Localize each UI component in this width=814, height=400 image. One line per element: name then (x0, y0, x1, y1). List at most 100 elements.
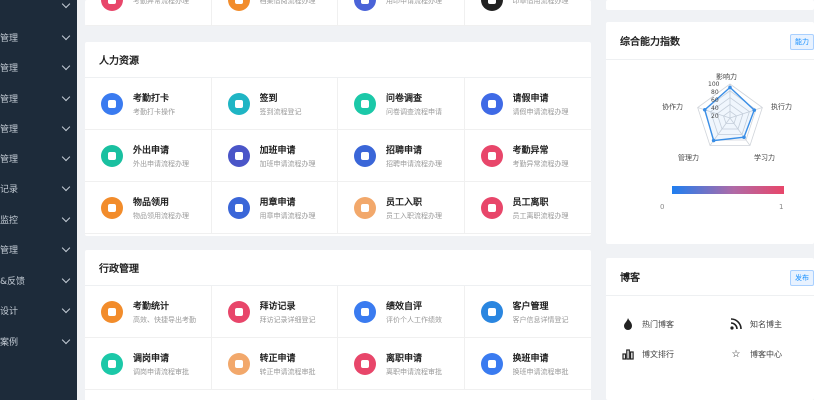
service-title: 离职申请 (386, 353, 423, 364)
radar-label-execution: 执行力 (771, 103, 792, 111)
sidebar-item-8[interactable]: 管理 (0, 234, 77, 264)
service-item[interactable]: 考勤打卡 考勤打卡操作 (85, 78, 212, 130)
user-icon (227, 352, 250, 375)
chevron-down-icon (61, 31, 71, 40)
service-text: 员工离职 员工离职流程办理 (513, 195, 569, 221)
service-subtitle: 用印申请流程办理 (386, 0, 442, 5)
service-item[interactable]: 招聘申请 招聘申请流程办理 (338, 130, 465, 182)
service-text: 问卷调查 问卷调查流程申请 (386, 91, 442, 117)
blog-link-ranking[interactable]: 博文排行 (622, 348, 674, 360)
blog-link-label: 知名博主 (750, 319, 782, 329)
sidebar-item-1[interactable]: 管理 (0, 22, 77, 52)
blog-link-famous[interactable]: 知名博主 (730, 318, 782, 330)
service-item[interactable]: 物品领用 物品领用流程办理 (85, 182, 212, 234)
service-item[interactable]: 问卷调查 问卷调查流程申请 (338, 78, 465, 130)
service-subtitle: 签到流程登记 (259, 107, 302, 116)
user-icon (354, 196, 376, 219)
sidebar-item-label: 管理 (0, 94, 19, 105)
sidebar-item-9[interactable]: &反馈 (0, 265, 77, 295)
chevron-down-icon (61, 335, 71, 344)
chat-icon (480, 300, 503, 323)
service-text: 印章借用流程办理 (513, 0, 569, 6)
sidebar-item-label: 监控 (0, 215, 19, 226)
radar-label-learning: 学习力 (754, 154, 775, 162)
service-item[interactable]: 请假申请 请假申请流程办理 (464, 78, 591, 130)
blog-card-title: 博客 (606, 258, 814, 296)
sidebar-item-label: 管理 (0, 245, 19, 256)
service-item[interactable]: 考勤异常 考勤异常流程办理 (464, 130, 591, 182)
service-text: 用章申请 用章申请流程办理 (260, 195, 316, 221)
service-title: 拜访记录 (259, 301, 296, 312)
service-item[interactable]: 印章借用流程办理 (464, 0, 591, 26)
service-text: 请假申请 请假申请流程办理 (513, 91, 569, 117)
service-title: 员工离职 (512, 197, 549, 208)
service-item[interactable]: 考勤异常流程办理 (85, 0, 212, 26)
service-item[interactable]: 考勤统计 高效、快捷导出考勤 (85, 286, 212, 338)
blog-link-hot[interactable]: 热门博客 (622, 318, 674, 330)
service-item[interactable]: 离职申请离职申请流程审批 (338, 338, 465, 390)
bar-chart-icon (101, 300, 123, 323)
admin-service-grid: 考勤统计 高效、快捷导出考勤 拜访记录 拜访记录详细登记 绩效自评 评价个人工作绩效 客户管… (85, 286, 591, 390)
service-subtitle: 外出申请流程办理 (133, 159, 189, 168)
ability-tag[interactable]: 能力 (790, 34, 814, 50)
service-item[interactable]: 换班申请 换班申请流程审批 (464, 338, 591, 390)
chevron-down-icon (61, 61, 71, 70)
service-item[interactable]: 用印申请流程办理 (338, 0, 465, 26)
radar-label-management: 管理力 (678, 154, 699, 162)
service-title: 签到 (259, 93, 278, 104)
sidebar-item-2[interactable]: 管理 (0, 52, 77, 82)
service-item[interactable]: 员工离职 员工离职流程办理 (464, 182, 591, 234)
sidebar-item-label: 管理 (0, 124, 19, 135)
service-item[interactable]: 员工入职 员工入职流程办理 (338, 182, 465, 234)
service-item[interactable]: 绩效自评 评价个人工作绩效 (338, 286, 465, 338)
sidebar-item-11[interactable]: 案例 (0, 326, 77, 356)
sidebar-item-label: 设计 (0, 306, 19, 317)
service-text: 调岗申请调岗申请流程审批 (133, 351, 189, 377)
blog-link-label: 博客中心 (750, 349, 782, 359)
service-item[interactable]: 外出申请外出申请流程办理 (85, 130, 212, 182)
blog-publish-tag[interactable]: 发布 (790, 270, 814, 286)
service-subtitle: 拜访记录详细登记 (259, 315, 316, 324)
service-item[interactable]: 转正申请 转正申请流程审批 (211, 338, 338, 390)
visual-map-gradient-bar[interactable] (672, 186, 784, 194)
service-subtitle: 考勤异常流程办理 (133, 0, 189, 5)
service-subtitle: 客户信息详情登记 (512, 315, 569, 324)
sidebar-item-4[interactable]: 管理 (0, 113, 77, 143)
service-text: 加班申请 加班申请流程办理 (260, 143, 316, 169)
hr-card-title: 人力资源 (85, 42, 591, 78)
service-subtitle: 物品领用流程办理 (133, 211, 189, 220)
blog-link-label: 博文排行 (642, 349, 674, 359)
user-icon (354, 352, 376, 375)
service-subtitle: 印章借用流程办理 (512, 0, 569, 5)
service-title: 客户管理 (512, 301, 549, 312)
sidebar-item-5[interactable]: 管理 (0, 143, 77, 173)
service-text: 考勤异常流程办理 (133, 0, 189, 6)
service-subtitle: 离职申请流程审批 (386, 367, 442, 376)
service-item[interactable]: 调岗申请调岗申请流程审批 (85, 338, 212, 390)
service-text: 考勤打卡 考勤打卡操作 (133, 91, 175, 117)
sidebar-item-7[interactable]: 监控 (0, 204, 77, 234)
service-item[interactable]: 加班申请 加班申请流程办理 (211, 130, 338, 182)
service-title: 调岗申请 (133, 353, 170, 364)
service-subtitle: 招聘申请流程办理 (386, 159, 442, 168)
service-text: 考勤统计 高效、快捷导出考勤 (133, 299, 196, 325)
service-item[interactable]: 档案借阅流程办理 (211, 0, 338, 26)
blog-link-center[interactable]: ☆ 博客中心 (730, 348, 782, 360)
sidebar-item-10[interactable]: 设计 (0, 295, 77, 325)
service-item[interactable]: 用章申请 用章申请流程办理 (211, 182, 338, 234)
location-pin-icon (101, 92, 123, 115)
service-subtitle: 调岗申请流程审批 (133, 367, 189, 376)
service-subtitle: 评价个人工作绩效 (386, 315, 442, 324)
service-text: 转正申请 转正申请流程审批 (260, 351, 316, 377)
service-title: 外出申请 (133, 145, 170, 156)
sidebar-item-6[interactable]: 记录 (0, 173, 77, 203)
service-text: 外出申请外出申请流程办理 (133, 143, 189, 169)
service-item[interactable]: 客户管理客户信息详情登记 (464, 286, 591, 338)
service-icon (354, 0, 376, 11)
service-item[interactable]: 签到 签到流程登记 (211, 78, 338, 130)
sidebar-item-3[interactable]: 管理 (0, 83, 77, 113)
service-item[interactable]: 拜访记录拜访记录详细登记 (211, 286, 338, 338)
sidebar-item-0[interactable] (0, 0, 77, 20)
service-title: 用章申请 (259, 197, 296, 208)
chevron-down-icon (61, 152, 71, 161)
